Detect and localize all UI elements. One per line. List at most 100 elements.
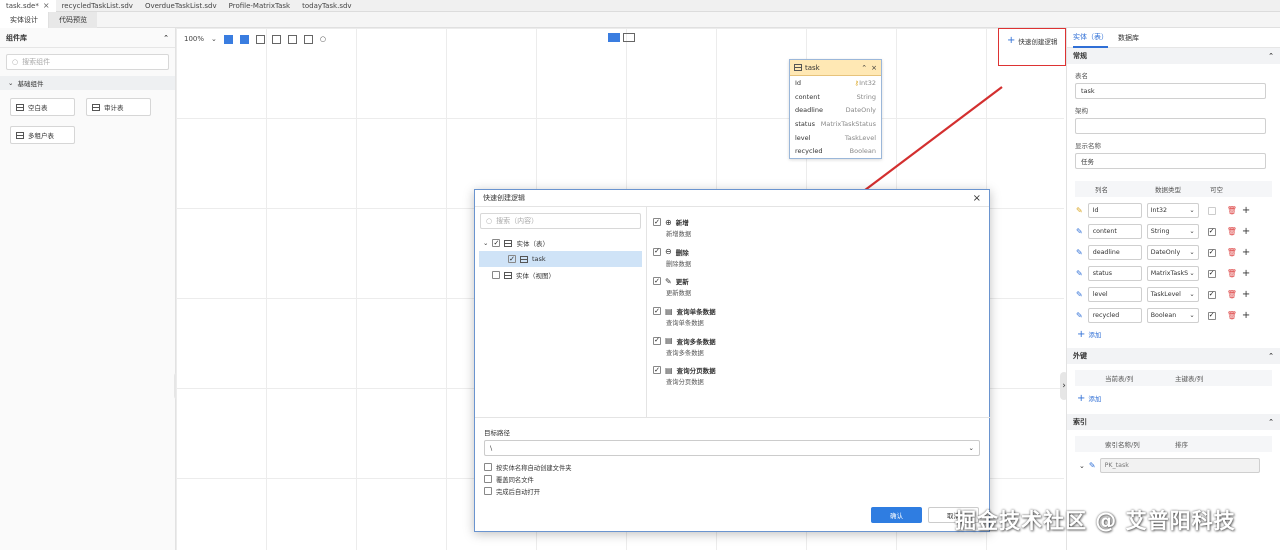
paste-icon[interactable] <box>287 34 297 44</box>
entity-field[interactable]: deadline DateOnly <box>790 103 881 117</box>
column-row[interactable]: ✎ deadline DateOnly ⌄ ✓ 🗑 + <box>1067 242 1280 263</box>
column-name-field[interactable]: Id <box>1087 203 1142 218</box>
section-indexes[interactable]: 索引 ⌃ <box>1067 414 1280 430</box>
tree-search[interactable]: ○ 搜索（内容） <box>480 213 641 229</box>
search-icon[interactable]: ○ <box>320 35 326 43</box>
column-type-select[interactable]: Boolean ⌄ <box>1146 308 1199 323</box>
diagram-view-icon[interactable] <box>608 33 620 42</box>
edit-icon[interactable]: ✎ <box>1076 227 1083 236</box>
plus-icon[interactable]: + <box>1242 247 1250 258</box>
entity-field[interactable]: level TaskLevel <box>790 131 881 145</box>
component-blank-table[interactable]: 空白表 <box>10 98 75 116</box>
confirm-button[interactable]: 确认 <box>871 507 922 523</box>
operation-option[interactable]: ✓ ⊕ 新增 新增数据 <box>653 217 983 240</box>
column-row[interactable]: ✎ status MatrixTaskS ⌄ ✓ 🗑 + <box>1067 263 1280 284</box>
column-type-select[interactable]: Int32 ⌄ <box>1146 203 1199 218</box>
tab-entity[interactable]: 实体（表） <box>1073 28 1108 48</box>
entity-field[interactable]: recycled Boolean <box>790 144 881 158</box>
tab-code-preview[interactable]: 代码预览 <box>49 11 97 28</box>
index-row[interactable]: ⌄ ✎ PK_task <box>1079 458 1280 473</box>
tab-database[interactable]: 数据库 <box>1118 33 1139 43</box>
chevron-down-icon[interactable]: ⌄ <box>1079 462 1085 470</box>
file-tab[interactable]: recycledTaskList.sdv <box>56 0 139 12</box>
edit-icon[interactable]: ✎ <box>1076 269 1083 278</box>
delete-icon[interactable]: 🗑 <box>1227 290 1237 299</box>
tab-entity-design[interactable]: 实体设计 <box>0 11 49 28</box>
delete-icon[interactable]: 🗑 <box>1227 227 1237 236</box>
snap-icon[interactable] <box>239 34 249 44</box>
tree-item[interactable]: ✓ task <box>479 251 642 267</box>
target-path-field[interactable]: \ ⌄ <box>484 440 980 456</box>
add-fk-button[interactable]: + 添加 <box>1067 390 1280 406</box>
tree-checkbox[interactable]: ✓ <box>508 255 516 263</box>
tree-checkbox[interactable] <box>492 271 500 279</box>
delete-icon[interactable]: 🗑 <box>1227 311 1237 320</box>
column-name-field[interactable]: level <box>1087 287 1142 302</box>
nullable-checkbox[interactable]: ✓ <box>1207 227 1216 236</box>
option-checkbox[interactable]: ✓ <box>653 277 661 286</box>
operation-option[interactable]: ✓ ✎ 更新 更新数据 <box>653 276 983 299</box>
checkbox[interactable] <box>484 463 492 471</box>
plus-icon[interactable]: + <box>1242 205 1250 216</box>
key-edit-icon[interactable]: ✎ <box>1076 206 1083 215</box>
option-checkbox[interactable]: ✓ <box>653 307 661 316</box>
edit-icon[interactable]: ✎ <box>1076 311 1083 320</box>
export-icon[interactable] <box>303 34 313 44</box>
column-row[interactable]: ✎ recycled Boolean ⌄ ✓ 🗑 + <box>1067 305 1280 326</box>
plus-icon[interactable]: + <box>1242 310 1250 321</box>
tree-item[interactable]: 实体（视图） <box>475 267 646 283</box>
component-search[interactable]: ○ 搜索组件 <box>6 54 169 70</box>
column-row[interactable]: ✎ level TaskLevel ⌄ ✓ 🗑 + <box>1067 284 1280 305</box>
auto-open-checkbox[interactable]: 完成后自动打开 <box>484 485 572 497</box>
entity-card[interactable]: task ⌃ × Id ⚷Int32 content String deadline D… <box>789 59 882 159</box>
table-name-field[interactable]: task <box>1075 83 1266 99</box>
plus-icon[interactable]: + <box>1242 226 1250 237</box>
chevron-down-icon[interactable]: ⌄ <box>483 239 488 247</box>
close-icon[interactable]: × <box>43 1 50 10</box>
column-row[interactable]: ✎ content String ⌄ ✓ 🗑 + <box>1067 221 1280 242</box>
file-tab[interactable]: Profile-MatrixTask <box>223 0 296 12</box>
option-checkbox[interactable]: ✓ <box>653 247 661 256</box>
copy-icon[interactable] <box>271 34 281 44</box>
checkbox[interactable] <box>484 487 492 495</box>
column-type-select[interactable]: MatrixTaskS ⌄ <box>1146 266 1199 281</box>
entity-field[interactable]: Id ⚷Int32 <box>790 76 881 90</box>
column-type-select[interactable]: TaskLevel ⌄ <box>1146 287 1199 302</box>
file-tab[interactable]: OverdueTaskList.sdv <box>139 0 223 12</box>
plus-icon[interactable]: + <box>1242 289 1250 300</box>
group-header[interactable]: ⌄ 基础组件 <box>0 76 175 90</box>
column-name-field[interactable]: deadline <box>1087 245 1142 260</box>
column-type-select[interactable]: DateOnly ⌄ <box>1146 245 1199 260</box>
edit-icon[interactable]: ✎ <box>1089 461 1096 470</box>
zoom-level[interactable]: 100% <box>184 35 204 43</box>
nullable-checkbox[interactable]: ✓ <box>1207 269 1216 278</box>
option-checkbox[interactable]: ✓ <box>653 336 661 345</box>
checkbox[interactable] <box>484 475 492 483</box>
column-type-select[interactable]: String ⌄ <box>1146 224 1199 239</box>
entity-field[interactable]: content String <box>790 90 881 104</box>
add-column-button[interactable]: + 添加 <box>1067 326 1280 342</box>
edit-icon[interactable]: ✎ <box>1076 290 1083 299</box>
overwrite-checkbox[interactable]: 覆盖同名文件 <box>484 473 572 485</box>
file-tab[interactable]: todayTask.sdv <box>296 0 357 12</box>
layout-icon[interactable] <box>255 34 265 44</box>
operation-option[interactable]: ✓ ⊖ 删除 删除数据 <box>653 247 983 270</box>
column-name-field[interactable]: content <box>1087 224 1142 239</box>
delete-icon[interactable]: 🗑 <box>1227 248 1237 257</box>
plus-icon[interactable]: + <box>1242 268 1250 279</box>
component-audit-table[interactable]: 审计表 <box>86 98 151 116</box>
option-checkbox[interactable]: ✓ <box>653 366 661 375</box>
nullable-checkbox[interactable]: ✓ <box>1207 248 1216 257</box>
section-foreign-keys[interactable]: 外键 ⌃ <box>1067 348 1280 364</box>
operation-option[interactable]: ✓ ▤ 查询分页数据 查询分页数据 <box>653 365 983 388</box>
close-icon[interactable]: × <box>973 193 981 204</box>
chevron-down-icon[interactable]: ⌄ <box>211 35 217 43</box>
schema-field[interactable] <box>1075 118 1266 134</box>
file-tab[interactable]: task.sde* × <box>0 0 56 12</box>
chevron-up-icon[interactable]: ⌃ <box>861 64 867 72</box>
auto-folder-checkbox[interactable]: 按实体名称自动创建文件夹 <box>484 461 572 473</box>
nullable-checkbox[interactable]: ✓ <box>1207 311 1216 320</box>
list-view-icon[interactable] <box>623 33 635 42</box>
display-name-field[interactable]: 任务 <box>1075 153 1266 169</box>
delete-icon[interactable]: 🗑 <box>1227 206 1237 215</box>
